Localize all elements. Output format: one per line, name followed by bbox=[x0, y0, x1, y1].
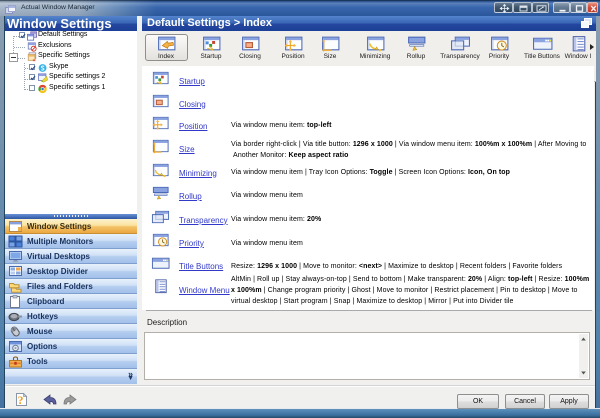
svg-text:?: ? bbox=[18, 393, 24, 407]
